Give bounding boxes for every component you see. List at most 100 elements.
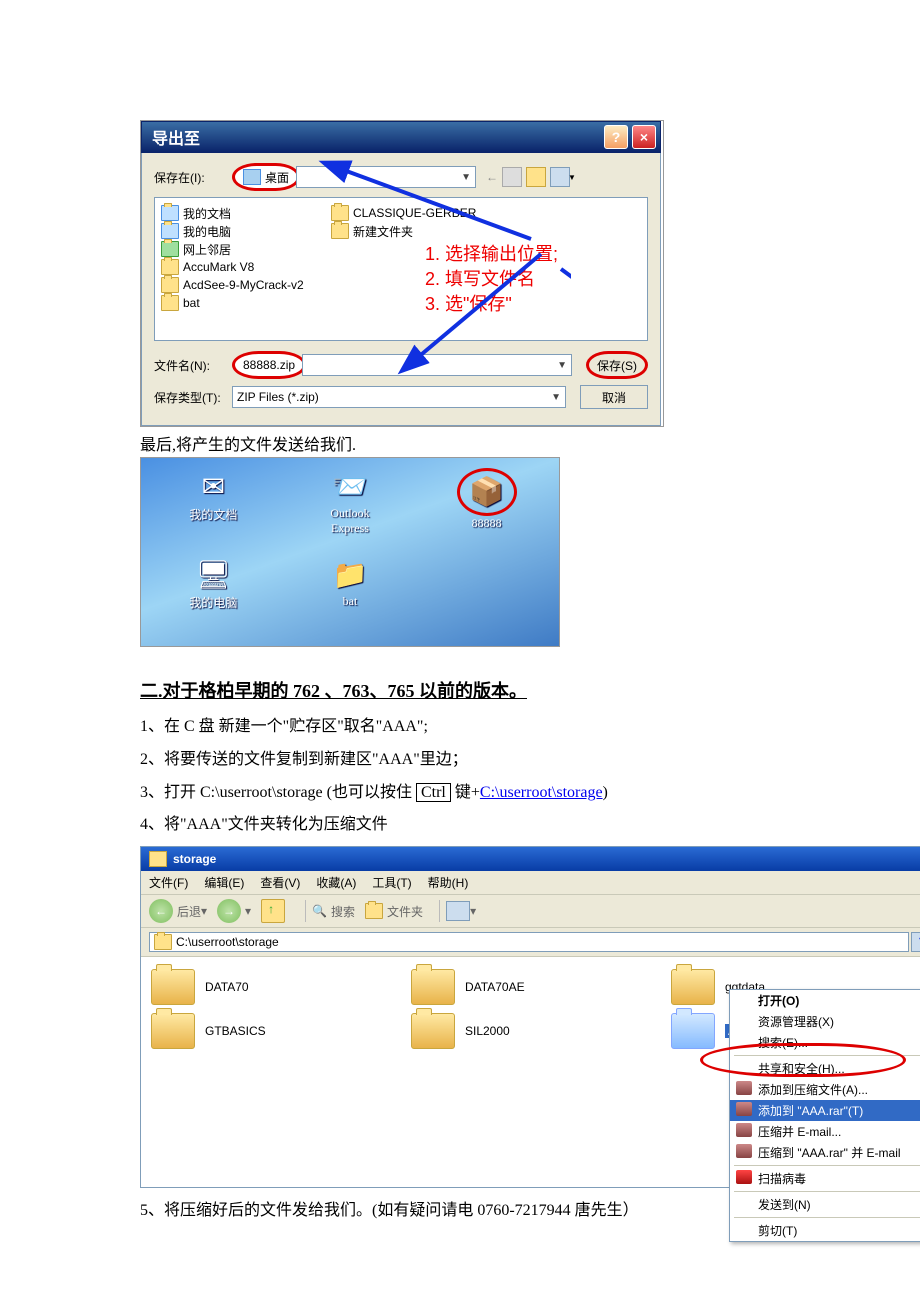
desktop-icon-outlook-express[interactable]: 📨Outlook Express bbox=[284, 464, 417, 552]
context-menu-item[interactable]: 扫描病毒 bbox=[730, 1168, 920, 1189]
my-documents-icon bbox=[161, 205, 179, 221]
filetype-dropdown[interactable]: ZIP Files (*.zip) ▼ bbox=[232, 386, 566, 408]
folders-button[interactable]: 文件夹 bbox=[365, 903, 423, 920]
cancel-button[interactable]: 取消 bbox=[580, 385, 648, 409]
folder-icon bbox=[331, 223, 349, 239]
menu-item[interactable]: 查看(V) bbox=[260, 876, 300, 890]
context-menu-label: 搜索(E)... bbox=[758, 1036, 808, 1050]
desktop-icon-bat-folder[interactable]: 📁bat bbox=[284, 552, 417, 640]
nav-up-icon[interactable] bbox=[502, 167, 522, 187]
context-menu: 打开(O) 资源管理器(X) 搜索(E)... 共享和安全(H)... 添加到压缩文件(… bbox=[729, 989, 920, 1242]
folder-item[interactable]: DATA70AE bbox=[411, 965, 671, 1009]
explorer-menubar[interactable]: 文件(F) 编辑(E) 查看(V) 收藏(A) 工具(T) 帮助(H) bbox=[141, 871, 920, 895]
explorer-body[interactable]: DATA70DATA70AEggtdataGTBASICSSIL2000AAAA… bbox=[141, 957, 920, 1187]
folder-item[interactable]: GTBASICS bbox=[151, 1009, 411, 1053]
desktop-screenshot: ✉我的文档📨Outlook Express📦88888🖥我的电脑📁bat bbox=[140, 457, 560, 647]
desktop-icon-label: 我的电脑 bbox=[189, 594, 237, 611]
filetype-value: ZIP Files (*.zip) bbox=[237, 390, 319, 404]
context-menu-label: 发送到(N) bbox=[758, 1198, 811, 1212]
address-input[interactable]: C:\userroot\storage bbox=[149, 932, 909, 952]
folder-item[interactable]: DATA70 bbox=[151, 965, 411, 1009]
file-item[interactable]: CLASSIQUE-GERBER bbox=[331, 204, 501, 222]
outlook-express-glyph: 📨 bbox=[329, 468, 371, 506]
context-menu-item[interactable]: 发送到(N) bbox=[730, 1194, 920, 1215]
file-item[interactable]: AccuMark V8 bbox=[161, 258, 331, 276]
forward-button[interactable]: →▾ bbox=[217, 899, 251, 923]
menu-item[interactable]: 工具(T) bbox=[372, 876, 411, 890]
desktop-icon-label: 我的文档 bbox=[189, 506, 237, 523]
folder-item[interactable]: SIL2000 bbox=[411, 1009, 671, 1053]
folder-icon bbox=[151, 969, 195, 1005]
file-item-label: 新建文件夹 bbox=[353, 223, 413, 240]
context-menu-label: 添加到 "AAA.rar"(T) bbox=[758, 1104, 863, 1118]
menu-item[interactable]: 文件(F) bbox=[149, 876, 188, 890]
save-in-dropdown[interactable]: 桌面 bbox=[232, 163, 300, 191]
desktop-icon-my-documents[interactable]: ✉我的文档 bbox=[147, 464, 280, 552]
save-in-label: 保存在(I): bbox=[154, 169, 232, 186]
annotation-block: 1. 选择输出位置; 2. 填写文件名 3. 选"保存" bbox=[425, 242, 558, 318]
search-button[interactable]: 🔍搜索 bbox=[312, 903, 355, 920]
file-item[interactable]: 我的文档 bbox=[161, 204, 331, 222]
context-menu-label: 资源管理器(X) bbox=[758, 1015, 834, 1029]
desktop-icon-my-computer[interactable]: 🖥我的电脑 bbox=[147, 552, 280, 640]
save-in-arrow[interactable]: ▼ bbox=[296, 166, 476, 188]
caption-final: 5、将压缩好后的文件发给我们。(如有疑问请电 0760-7217944 唐先生） bbox=[140, 1196, 780, 1220]
nav-back-icon[interactable]: ← bbox=[486, 170, 498, 184]
filename-label: 文件名(N): bbox=[154, 357, 232, 374]
storage-path-link[interactable]: C:\userroot\storage bbox=[480, 784, 603, 801]
my-computer-icon bbox=[161, 223, 179, 239]
save-button-label: 保存(S) bbox=[597, 357, 637, 374]
desktop-icon bbox=[243, 169, 261, 185]
my-documents-glyph: ✉ bbox=[192, 468, 234, 506]
file-item[interactable]: 新建文件夹 bbox=[331, 222, 501, 240]
menu-item[interactable]: 编辑(E) bbox=[204, 876, 244, 890]
file-item[interactable]: 我的电脑 bbox=[161, 222, 331, 240]
file-item[interactable]: AcdSee-9-MyCrack-v2 bbox=[161, 276, 331, 294]
nav-viewmenu-icon[interactable] bbox=[550, 167, 570, 187]
context-menu-item[interactable]: 打开(O) bbox=[730, 990, 920, 1011]
folder-icon bbox=[151, 1013, 195, 1049]
close-button[interactable]: × bbox=[632, 125, 656, 149]
arc-icon bbox=[736, 1081, 752, 1095]
views-button[interactable]: ▾ bbox=[446, 901, 476, 921]
menu-item[interactable]: 帮助(H) bbox=[428, 876, 469, 890]
file-item[interactable]: bat bbox=[161, 294, 331, 312]
file-item-label: 我的文档 bbox=[183, 205, 231, 222]
context-menu-item[interactable]: 压缩并 E-mail... bbox=[730, 1121, 920, 1142]
explorer-addressbar: C:\userroot\storage ▾ bbox=[141, 928, 920, 957]
scan-icon bbox=[736, 1170, 752, 1184]
folder-icon bbox=[411, 1013, 455, 1049]
save-button[interactable]: 保存(S) bbox=[586, 351, 648, 379]
context-menu-item[interactable]: 添加到压缩文件(A)... bbox=[730, 1079, 920, 1100]
back-button[interactable]: ←后退 ▾ bbox=[149, 899, 207, 923]
context-menu-item[interactable]: 共享和安全(H)... bbox=[730, 1058, 920, 1079]
context-menu-item[interactable]: 剪切(T) bbox=[730, 1220, 920, 1241]
context-menu-item[interactable]: 资源管理器(X) bbox=[730, 1011, 920, 1032]
file-item-label: AcdSee-9-MyCrack-v2 bbox=[183, 278, 304, 292]
filename-input[interactable]: 88888.zip bbox=[232, 351, 306, 379]
nav-newfolder-icon[interactable] bbox=[526, 167, 546, 187]
address-value: C:\userroot\storage bbox=[176, 935, 279, 949]
context-menu-label: 压缩到 "AAA.rar" 并 E-mail bbox=[758, 1146, 901, 1160]
up-button[interactable]: ↑ bbox=[261, 899, 289, 923]
context-menu-item[interactable]: 搜索(E)... bbox=[730, 1032, 920, 1053]
file-item-label: CLASSIQUE-GERBER bbox=[353, 206, 476, 220]
my-computer-glyph: 🖥 bbox=[192, 556, 234, 594]
folder-label: DATA70AE bbox=[465, 980, 525, 994]
file-item[interactable]: 网上邻居 bbox=[161, 240, 331, 258]
step-3: 3、打开 C:\userroot\storage (也可以按住 Ctrl 键+C… bbox=[140, 779, 780, 808]
menu-item[interactable]: 收藏(A) bbox=[316, 876, 356, 890]
arc-icon bbox=[736, 1144, 752, 1158]
explorer-title: storage bbox=[173, 852, 216, 866]
folder-label: SIL2000 bbox=[465, 1024, 510, 1038]
file-item-label: bat bbox=[183, 296, 200, 310]
context-menu-item[interactable]: 压缩到 "AAA.rar" 并 E-mail bbox=[730, 1142, 920, 1163]
help-button[interactable]: ? bbox=[604, 125, 628, 149]
file-list-pane[interactable]: 我的文档我的电脑网上邻居AccuMark V8 AcdSee-9-MyCrack-… bbox=[154, 197, 648, 341]
address-go-button[interactable]: ▾ bbox=[911, 932, 920, 952]
context-menu-label: 共享和安全(H)... bbox=[758, 1062, 845, 1076]
desktop-icon-archive-88888[interactable]: 📦88888 bbox=[420, 464, 553, 552]
explorer-window: storage 文件(F) 编辑(E) 查看(V) 收藏(A) 工具(T) 帮助(H) ←… bbox=[140, 846, 920, 1188]
context-menu-item[interactable]: 添加到 "AAA.rar"(T) bbox=[730, 1100, 920, 1121]
network-icon bbox=[161, 241, 179, 257]
